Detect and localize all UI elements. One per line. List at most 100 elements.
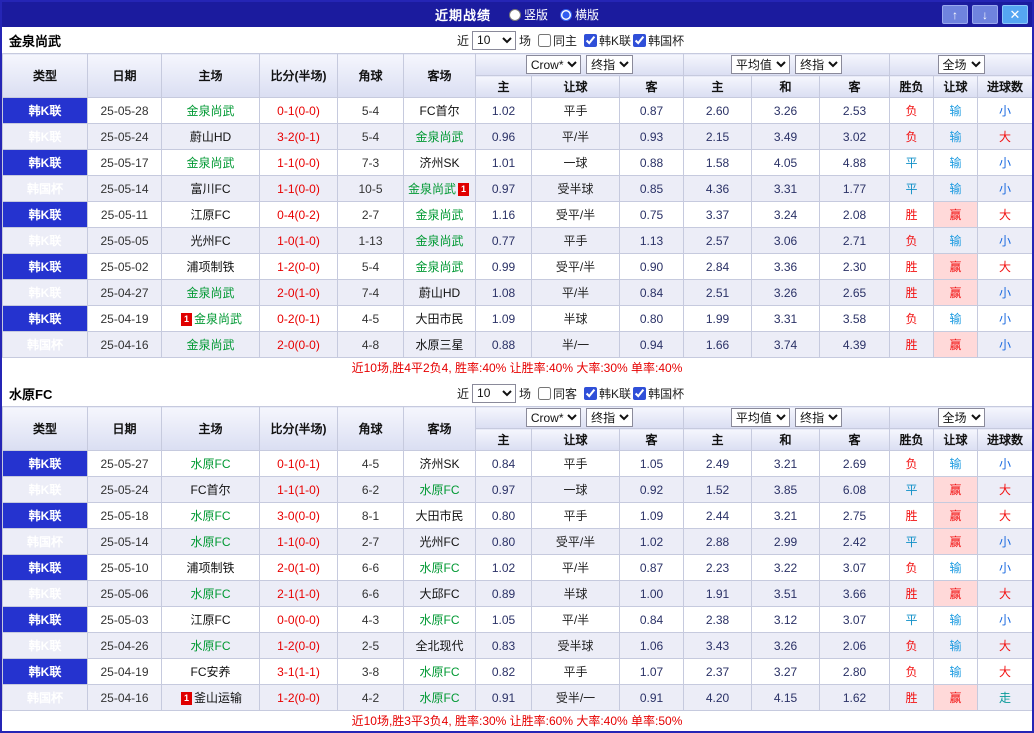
close-button[interactable]: ✕ — [1002, 5, 1028, 24]
team-name[interactable]: 水原三星 — [415, 338, 463, 352]
result-goals: 小 — [977, 528, 1032, 555]
away-team-cell: 大邱FC — [403, 580, 476, 607]
horizontal-radio[interactable] — [560, 8, 572, 21]
same-home-filter[interactable]: 同主 — [531, 32, 577, 49]
cup-checkbox[interactable] — [633, 386, 647, 400]
team-name[interactable]: 大邱FC — [420, 587, 460, 601]
handicap-line: 平/半 — [531, 554, 620, 581]
column-header-date: 日期 — [87, 53, 162, 98]
cup-filter[interactable]: 韩国杯 — [631, 32, 684, 49]
team-name[interactable]: 水原FC — [191, 457, 231, 471]
score-cell: 2-0(1-0) — [259, 554, 338, 581]
view-vertical-option[interactable]: 竖版 — [508, 6, 548, 23]
kleague-filter[interactable]: 韩K联 — [577, 32, 631, 49]
final-odds-select[interactable]: 终指 — [586, 55, 634, 74]
team-name[interactable]: 江原FC — [191, 208, 231, 222]
team-name[interactable]: 水原FC — [420, 613, 460, 627]
average-odds-select[interactable]: 平均值 — [730, 408, 790, 427]
fulltime-select[interactable]: 全场 — [937, 55, 985, 74]
score-cell: 2-0(0-0) — [259, 331, 338, 358]
scroll-down-button[interactable]: ↓ — [972, 5, 998, 24]
team-name[interactable]: 大田市民 — [415, 509, 463, 523]
team-name[interactable]: 江原FC — [191, 613, 231, 627]
team-name[interactable]: 金泉尚武 — [415, 130, 463, 144]
avg-draw-odds: 3.49 — [751, 123, 820, 150]
team-name[interactable]: FC首尔 — [420, 104, 460, 118]
team-name[interactable]: 浦项制铁 — [186, 561, 234, 575]
team-name[interactable]: 水原FC — [420, 691, 460, 705]
result-handicap: 赢 — [933, 476, 979, 503]
cup-filter[interactable]: 韩国杯 — [631, 385, 684, 402]
league-cell: 韩K联 — [2, 502, 88, 529]
same-home-checkbox[interactable] — [538, 33, 552, 47]
team-name[interactable]: 金泉尚武 — [415, 260, 463, 274]
avg-draw-odds: 3.85 — [751, 476, 820, 503]
kleague-filter[interactable]: 韩K联 — [577, 385, 631, 402]
vertical-radio[interactable] — [508, 8, 521, 21]
team-name[interactable]: 富川FC — [191, 182, 231, 196]
team-name[interactable]: 金泉尚武 — [415, 234, 463, 248]
team-name[interactable]: 金泉尚武 — [194, 312, 242, 326]
team-name[interactable]: 大田市民 — [415, 312, 463, 326]
team-name[interactable]: 光州FC — [420, 535, 460, 549]
same-away-filter[interactable]: 同客 — [531, 385, 577, 402]
team-name[interactable]: 水原FC — [191, 587, 231, 601]
horizontal-radio-label: 横版 — [575, 8, 600, 22]
avg-draw-odds: 3.26 — [751, 279, 820, 306]
same-away-checkbox[interactable] — [538, 386, 552, 400]
fulltime-select[interactable]: 全场 — [937, 408, 985, 427]
avg-home-odds: 2.60 — [683, 97, 752, 124]
average-odds-select[interactable]: 平均值 — [730, 55, 790, 74]
team-name[interactable]: 光州FC — [191, 234, 231, 248]
team-name[interactable]: 金泉尚武 — [186, 156, 234, 170]
match-count-select[interactable]: 10 — [472, 30, 517, 50]
crown-home-odds: 1.02 — [475, 97, 532, 124]
team-name[interactable]: 金泉尚武 — [186, 338, 234, 352]
view-horizontal-option[interactable]: 横版 — [560, 6, 599, 23]
date-cell: 25-04-19 — [87, 305, 162, 332]
page-title: 近期战绩 — [434, 8, 491, 23]
home-team-cell: 水原FC — [161, 580, 260, 607]
team-name[interactable]: 蔚山HD — [190, 130, 231, 144]
team-name[interactable]: 蔚山HD — [419, 286, 460, 300]
team-name[interactable]: 全北现代 — [415, 639, 463, 653]
result-handicap: 输 — [933, 632, 979, 659]
match-row: 韩国杯 25-05-14 水原FC 1-1(0-0) 2-7 光州FC 0.80 受平/半 1.… — [2, 528, 1032, 555]
team-name[interactable]: FC首尔 — [191, 483, 231, 497]
crown-home-odds: 0.99 — [475, 253, 532, 280]
crown-odds-select[interactable]: Crow* — [525, 408, 581, 427]
avg-draw-odds: 2.99 — [751, 528, 820, 555]
handicap-line: 半球 — [531, 305, 620, 332]
team-name[interactable]: 水原FC — [420, 561, 460, 575]
final-average-select[interactable]: 终指 — [795, 55, 843, 74]
team-name[interactable]: 水原FC — [420, 483, 460, 497]
scroll-up-button[interactable]: ↑ — [942, 5, 968, 24]
team-name[interactable]: 浦项制铁 — [186, 260, 234, 274]
team-name[interactable]: 水原FC — [191, 509, 231, 523]
crown-odds-select[interactable]: Crow* — [525, 55, 581, 74]
match-count-select[interactable]: 10 — [472, 383, 517, 403]
recent-results-window: 近期战绩 竖版 横版 ↑ ↓ ✕ 金泉尚武 近 10 场 同主 韩K联 韩国杯 … — [0, 0, 1034, 733]
team-name[interactable]: 金泉尚武 — [415, 208, 463, 222]
team-name[interactable]: 济州SK — [419, 156, 459, 170]
match-row: 韩K联 25-05-06 水原FC 2-1(1-0) 6-6 大邱FC 0.89 半球 1.00… — [2, 580, 1032, 607]
final-odds-select[interactable]: 终指 — [586, 408, 634, 427]
away-team-cell: 水原FC — [403, 476, 476, 503]
team-name[interactable]: 金泉尚武 — [408, 182, 456, 196]
final-average-select[interactable]: 终指 — [795, 408, 843, 427]
team-name[interactable]: 水原FC — [420, 665, 460, 679]
team-name[interactable]: 金泉尚武 — [186, 104, 234, 118]
team-name[interactable]: FC安养 — [191, 665, 231, 679]
kleague-checkbox[interactable] — [584, 33, 598, 47]
team-name[interactable]: 釜山运输 — [194, 691, 242, 705]
match-row: 韩K联 25-04-26 水原FC 1-2(0-0) 2-5 全北现代 0.83 受半球 1.0… — [2, 632, 1032, 659]
team-name[interactable]: 水原FC — [191, 535, 231, 549]
avg-away-odds: 1.62 — [818, 684, 891, 711]
cup-checkbox[interactable] — [633, 33, 647, 47]
away-team-cell: 金泉尚武 — [403, 201, 476, 228]
kleague-checkbox[interactable] — [584, 386, 598, 400]
team-name[interactable]: 水原FC — [191, 639, 231, 653]
team-name[interactable]: 金泉尚武 — [186, 286, 234, 300]
team-name[interactable]: 济州SK — [419, 457, 459, 471]
score-cell: 0-0(0-0) — [259, 606, 338, 633]
